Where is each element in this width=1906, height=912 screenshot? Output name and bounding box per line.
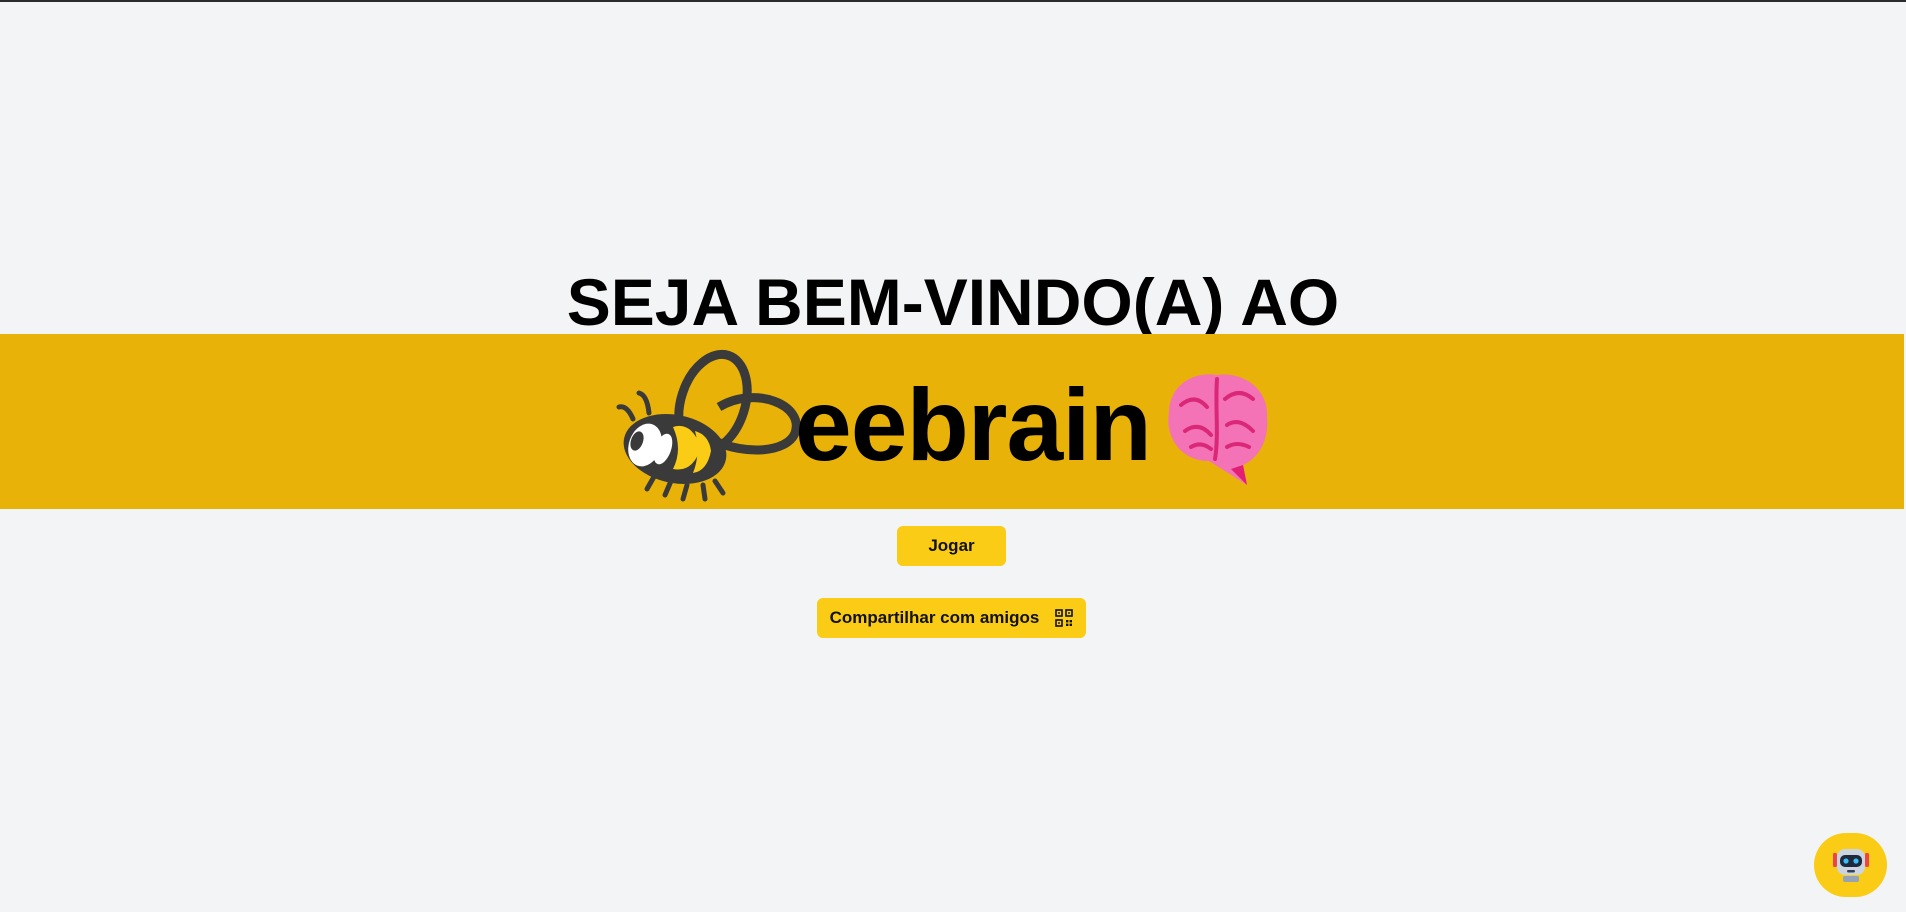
qr-code-icon (1055, 609, 1074, 627)
share-button[interactable]: Compartilhar com amigos (817, 598, 1086, 638)
top-border (0, 0, 1906, 2)
robot-icon (1832, 849, 1869, 882)
brand-wordmark: eebrain (795, 368, 1152, 482)
welcome-heading: SEJA BEM-VINDO(A) AO (566, 265, 1340, 339)
play-button-label: Jogar (928, 536, 975, 555)
brand-logo: eebrain (615, 345, 1315, 505)
play-button[interactable]: Jogar (897, 526, 1006, 566)
bee-logo-icon (616, 349, 801, 502)
chat-assistant-button[interactable] (1814, 833, 1887, 897)
share-button-label: Compartilhar com amigos (829, 608, 1040, 627)
brain-icon (1168, 374, 1268, 485)
